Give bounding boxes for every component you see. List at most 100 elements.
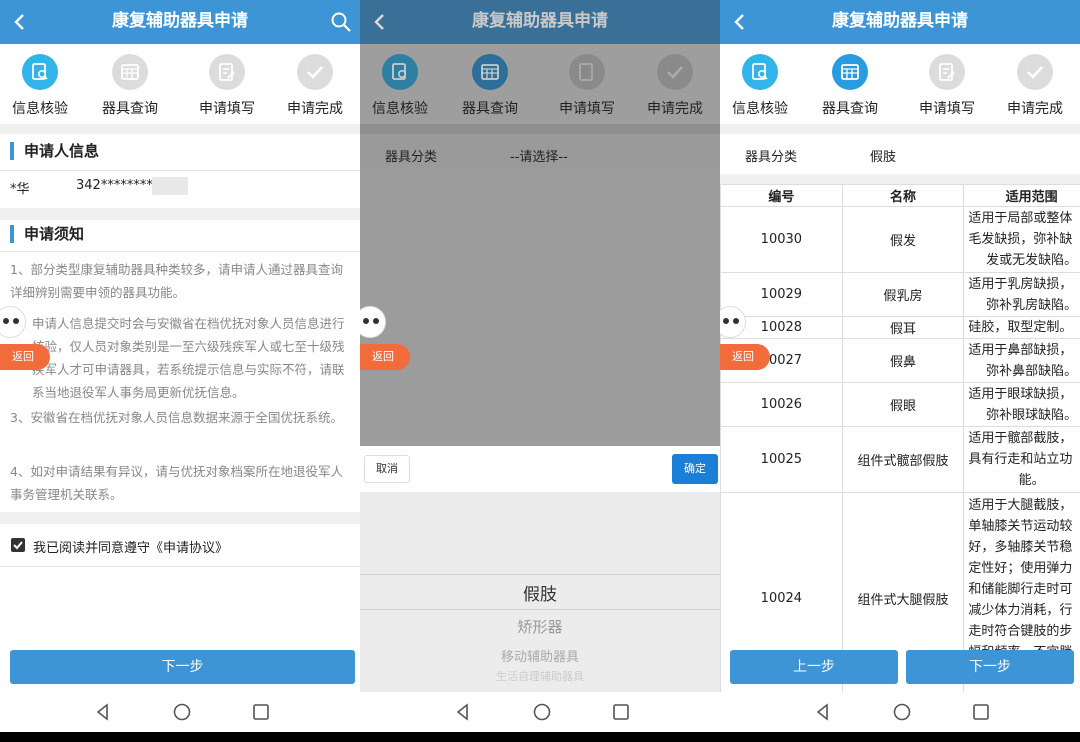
scope-line: 和储能脚行走时可	[968, 582, 1073, 597]
floating-back-button[interactable]: 返回	[360, 344, 410, 370]
table-row[interactable]: 10028 假耳 硅胶，取型定制。	[720, 316, 1080, 339]
check-icon	[297, 54, 333, 90]
step-label: 申请填写	[919, 101, 975, 117]
category-select[interactable]: 假肢	[870, 146, 896, 165]
floating-back-button[interactable]: 返回	[0, 344, 50, 370]
table-row[interactable]: 10029 假乳房 适用于乳房缺损， 弥补乳房缺陷。	[720, 272, 1080, 317]
table-row[interactable]: 10026 假眼 适用于眼球缺损， 弥补眼球缺陷。	[720, 382, 1080, 427]
picker-option[interactable]: 生活自理辅助器具	[360, 668, 720, 684]
nav-back-icon[interactable]	[93, 702, 113, 722]
agree-text[interactable]: 我已阅读并同意遵守《申请协议》	[33, 537, 228, 556]
divider	[720, 174, 1080, 184]
confirm-button[interactable]: 确定	[672, 454, 718, 484]
step-device-query: 器具查询	[810, 54, 890, 118]
step-complete: 申请完成	[275, 54, 355, 118]
cancel-button[interactable]: 取消	[364, 455, 410, 483]
scope-line: 走时符合键肢的步	[968, 624, 1073, 639]
scope-line: 适用于大腿截肢，	[968, 498, 1073, 513]
edit-form-icon	[929, 54, 965, 90]
table-row[interactable]: 10027 假鼻 适用于鼻部缺损， 弥补鼻部缺陷。	[720, 338, 1080, 383]
next-button[interactable]: 下一步	[906, 650, 1074, 684]
divider	[0, 170, 360, 171]
nav-recents-icon[interactable]	[611, 702, 631, 722]
scope-line: 发或无发缺陷。	[986, 253, 1078, 268]
scope-line: 毛发缺损，弥补缺	[968, 232, 1073, 247]
divider	[360, 124, 720, 134]
scope-line: 适用于髋部截肢，	[968, 431, 1073, 446]
column-header: 名称	[841, 184, 965, 207]
picker-option[interactable]: 假肢	[360, 580, 720, 605]
category-label: 器具分类	[385, 150, 438, 165]
nav-home-icon[interactable]	[172, 702, 192, 722]
cell-name: 组件式髋部假肢	[841, 426, 965, 493]
cell-id: 10026	[720, 382, 843, 427]
app-header: 康复辅助器具申请	[720, 0, 1080, 44]
applicant-name: *华	[10, 182, 30, 197]
android-nav-bar	[720, 692, 1080, 732]
cell-scope: 适用于乳房缺损， 弥补乳房缺陷。	[963, 272, 1080, 317]
nav-home-icon[interactable]	[532, 702, 552, 722]
search-icon[interactable]	[330, 11, 352, 33]
android-nav-bar	[360, 692, 720, 732]
picker-wheel[interactable]: 假肢 矫形器 移动辅助器具 生活自理辅助器具	[360, 492, 720, 694]
agree-checkbox[interactable]	[11, 538, 25, 552]
notice-item: 3、安徽省在档优抚对象人员信息数据来源于全国优抚系统。	[10, 410, 343, 425]
scope-line: 硅胶，取型定制。	[968, 320, 1073, 335]
floating-back-button[interactable]: 返回	[720, 344, 770, 370]
category-select[interactable]: --请选择--	[510, 146, 568, 165]
nav-home-icon[interactable]	[892, 702, 912, 722]
page-title: 康复辅助器具申请	[832, 11, 968, 31]
nav-back-icon[interactable]	[453, 702, 473, 722]
notice-item: 申请人信息提交时会与安徽省在档优抚对象人员信息进行核验，仅人员对象类别是一至六级…	[32, 316, 345, 400]
step-label: 申请填写	[559, 101, 615, 117]
divider	[0, 124, 360, 134]
cell-scope: 适用于髋部截肢， 具有行走和站立功 能。	[963, 426, 1080, 493]
step-label: 申请填写	[199, 101, 255, 117]
nav-recents-icon[interactable]	[251, 702, 271, 722]
table-header: 编号 名称 适用范围	[720, 184, 1080, 207]
divider	[720, 124, 1080, 134]
step-info-verify: 信息核验	[720, 54, 800, 118]
app-header: 康复辅助器具申请	[360, 0, 720, 44]
scope-line: 适用于乳房缺损，	[968, 276, 1073, 292]
step-label: 申请完成	[287, 101, 343, 117]
edit-form-icon	[209, 54, 245, 90]
category-row[interactable]: 器具分类 --请选择--	[360, 134, 720, 174]
next-button[interactable]: 下一步	[10, 650, 355, 684]
screen-info-verify: 康复辅助器具申请 信息核验 器具查询 申请填写 申请完成 申请人信息 *华 34…	[0, 0, 360, 742]
verify-icon	[382, 54, 418, 90]
notice-title: 申请须知	[10, 225, 84, 243]
cell-scope: 适用于眼球缺损， 弥补眼球缺陷。	[963, 382, 1080, 427]
cell-scope: 适用于局部或整体 毛发缺损，弥补缺 发或无发缺陷。	[963, 206, 1080, 273]
column-header: 适用范围	[963, 184, 1080, 207]
scope-line: 具有行走和站立功	[968, 452, 1073, 467]
picker-toolbar: 取消 确定	[360, 446, 720, 492]
category-label: 器具分类	[745, 150, 798, 165]
step-indicator: 信息核验 器具查询 申请填写 申请完成	[360, 44, 720, 124]
picker-option[interactable]: 移动辅助器具	[360, 646, 720, 665]
nav-recents-icon[interactable]	[971, 702, 991, 722]
column-header: 编号	[720, 184, 843, 207]
edit-form-icon	[569, 54, 605, 90]
scope-line: 好，多轴膝关节稳	[968, 540, 1073, 555]
table-row[interactable]: 10025 组件式髋部假肢 适用于髋部截肢， 具有行走和站立功 能。	[720, 426, 1080, 493]
scope-line: 弥补鼻部缺陷。	[986, 363, 1078, 379]
app-header: 康复辅助器具申请	[0, 0, 360, 44]
verify-icon	[742, 54, 778, 90]
cell-name: 假眼	[841, 382, 965, 427]
grid-icon	[472, 54, 508, 90]
picker-option[interactable]: 矫形器	[360, 616, 720, 637]
notice-item: 1、部分类型康复辅助器具种类较多，请申请人通过器具查询详细辨别需要申领的器具功能…	[10, 262, 343, 300]
nav-back-icon[interactable]	[813, 702, 833, 722]
page-title: 康复辅助器具申请	[472, 11, 608, 31]
check-icon	[657, 54, 693, 90]
prev-button[interactable]: 上一步	[730, 650, 898, 684]
step-label: 信息核验	[732, 101, 788, 117]
page-title: 康复辅助器具申请	[112, 11, 248, 31]
step-application-fill: 申请填写	[907, 54, 987, 118]
applicant-info-title: 申请人信息	[10, 142, 99, 160]
scope-line: 单轴膝关节运动较	[968, 519, 1073, 534]
step-label: 器具查询	[462, 101, 518, 117]
table-row[interactable]: 10030 假发 适用于局部或整体 毛发缺损，弥补缺 发或无发缺陷。	[720, 206, 1080, 273]
step-indicator: 信息核验 器具查询 申请填写 申请完成	[720, 44, 1080, 124]
